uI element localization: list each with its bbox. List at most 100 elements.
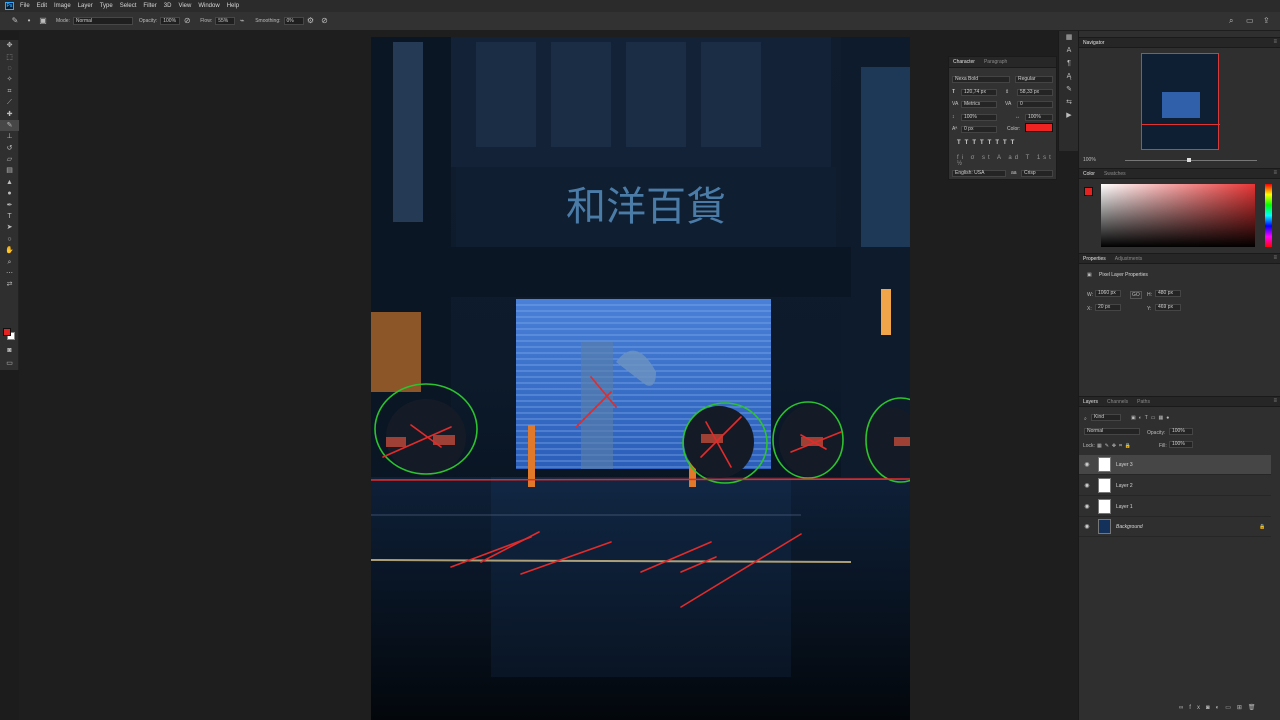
tracking-field[interactable]: 0	[1017, 101, 1053, 108]
visibility-eye-icon[interactable]: ◉	[1079, 461, 1095, 468]
zoom-slider-handle[interactable]	[1187, 158, 1191, 162]
visibility-eye-icon[interactable]: ◉	[1079, 523, 1095, 530]
layer-row-layer-1[interactable]: ◉ Layer 1	[1079, 497, 1271, 517]
healing-tool-icon[interactable]: ✚	[0, 108, 19, 119]
document-canvas[interactable]: 和洋百貨	[371, 37, 910, 720]
layer-row-layer-2[interactable]: ◉ Layer 2	[1079, 476, 1271, 496]
anti-alias-select[interactable]: Crisp	[1021, 170, 1053, 177]
layer-filter-icons[interactable]: ▣◐T▭▦●	[1131, 415, 1172, 421]
menu-filter[interactable]: Filter	[143, 3, 156, 9]
search-icon[interactable]: ⌕	[1229, 16, 1233, 26]
panel-menu-icon[interactable]: ≡	[1273, 255, 1277, 261]
y-field[interactable]: 469 px	[1155, 304, 1181, 311]
font-family-select[interactable]: Nexa Bold	[952, 76, 1010, 83]
dodge-tool-icon[interactable]: ●	[0, 188, 19, 199]
blur-tool-icon[interactable]: ▲	[0, 177, 19, 188]
actions-icon[interactable]: ▶	[1059, 109, 1079, 122]
path-select-icon[interactable]: ➤	[0, 222, 19, 233]
color-field[interactable]	[1101, 184, 1255, 247]
history-brush-icon[interactable]: ↺	[0, 143, 19, 154]
menu-layer[interactable]: Layer	[78, 3, 93, 9]
hue-slider[interactable]	[1265, 184, 1272, 247]
quick-mask-icon[interactable]: ◙	[0, 345, 19, 356]
menu-file[interactable]: File	[20, 3, 30, 9]
lasso-tool-icon[interactable]: ◌	[0, 63, 19, 74]
zoom-tool-icon[interactable]: ⌕	[0, 256, 19, 267]
flow-field[interactable]: 55%	[215, 17, 236, 25]
menu-view[interactable]: View	[178, 3, 191, 9]
horizontal-scale-field[interactable]: 100%	[1025, 114, 1053, 121]
leading-field[interactable]: 58,33 px	[1017, 89, 1053, 96]
layer-name[interactable]: Layer 3	[1116, 462, 1133, 468]
quick-select-tool-icon[interactable]: ✧	[0, 74, 19, 85]
airbrush-icon[interactable]: ⌁	[237, 16, 247, 26]
text-color-swatch[interactable]	[1025, 123, 1053, 132]
screen-mode-icon[interactable]: ▭	[0, 358, 19, 369]
opentype-buttons[interactable]: fi σ st A ad T 1st ½	[957, 155, 1056, 167]
font-style-select[interactable]: Regular	[1015, 76, 1053, 83]
layer-action-buttons[interactable]: ∞fx◙◐▭⊞🗑	[1179, 704, 1262, 711]
eraser-tool-icon[interactable]: ▱	[0, 154, 19, 165]
marquee-tool-icon[interactable]: ⬚	[0, 51, 19, 62]
brush-settings-icon[interactable]: ▣	[38, 16, 48, 26]
vertical-scale-field[interactable]: 100%	[961, 114, 997, 121]
tab-paths[interactable]: Paths	[1137, 399, 1150, 405]
brush-preset-icon[interactable]: •	[24, 16, 34, 26]
layer-row-background[interactable]: ◉ Background 🔒	[1079, 517, 1271, 537]
mode-select[interactable]: Normal	[72, 17, 133, 25]
layer-filter-select[interactable]: Kind	[1091, 414, 1121, 421]
layer-name[interactable]: Background	[1116, 524, 1143, 530]
more-tools-icon[interactable]: ⋯	[0, 268, 19, 279]
eyedropper-tool-icon[interactable]: ⟋	[0, 97, 19, 108]
visibility-eye-icon[interactable]: ◉	[1079, 503, 1095, 510]
lock-buttons[interactable]: ▦✎✥⌗🔒	[1097, 443, 1134, 449]
menu-help[interactable]: Help	[227, 3, 239, 9]
brush-tool-icon[interactable]: ✎	[10, 16, 20, 26]
language-select[interactable]: English: USA	[952, 170, 1006, 177]
shape-tool-icon[interactable]: ○	[0, 234, 19, 245]
pen-tool-icon[interactable]: ✒	[0, 199, 19, 210]
font-size-field[interactable]: 120,74 px	[961, 89, 997, 96]
smoothing-field[interactable]: 0%	[283, 17, 304, 25]
menu-window[interactable]: Window	[198, 3, 219, 9]
menu-image[interactable]: Image	[54, 3, 71, 9]
tab-adjustments[interactable]: Adjustments	[1115, 256, 1143, 262]
fill-field[interactable]: 100%	[1169, 441, 1193, 448]
character-panel-icon[interactable]: A	[1059, 44, 1079, 57]
foreground-color-swatch[interactable]	[3, 328, 11, 336]
libraries-icon[interactable]: ▦	[1059, 31, 1079, 44]
menu-select[interactable]: Select	[120, 3, 137, 9]
kerning-field[interactable]: Metrics	[961, 101, 997, 108]
blend-mode-select[interactable]: Normal	[1084, 428, 1140, 435]
clone-source-icon[interactable]: ⇆	[1059, 96, 1079, 109]
visibility-eye-icon[interactable]: ◉	[1079, 482, 1095, 489]
stamp-tool-icon[interactable]: ⊥	[0, 131, 19, 142]
menu-type[interactable]: Type	[100, 3, 113, 9]
tab-properties[interactable]: Properties	[1083, 256, 1106, 262]
text-style-buttons[interactable]: TTTTTTTT	[957, 140, 1018, 146]
brush-tool-icon[interactable]: ✎	[0, 119, 19, 132]
baseline-shift-field[interactable]: 0 px	[961, 126, 997, 133]
workspace-icon[interactable]: ▭	[1246, 16, 1254, 25]
gear-icon[interactable]: ⚙	[306, 16, 316, 26]
navigator-zoom-slider[interactable]	[1125, 160, 1257, 161]
panel-menu-icon[interactable]: ≡	[1273, 170, 1277, 176]
tab-character[interactable]: Character	[953, 59, 975, 65]
width-field[interactable]: 1060 px	[1095, 290, 1121, 297]
photoshop-logo-icon[interactable]: Ps	[5, 2, 14, 10]
navigator-preview[interactable]	[1141, 53, 1220, 150]
panel-menu-icon[interactable]: ≡	[1273, 39, 1277, 45]
glyphs-icon[interactable]: Ą	[1059, 70, 1079, 83]
paragraph-panel-icon[interactable]: ¶	[1059, 57, 1079, 70]
tab-color[interactable]: Color	[1083, 171, 1095, 177]
tab-layers[interactable]: Layers	[1083, 399, 1098, 405]
tab-navigator[interactable]: Navigator	[1083, 40, 1104, 46]
panel-menu-icon[interactable]: ≡	[1273, 398, 1277, 404]
opacity-field[interactable]: 100%	[160, 17, 181, 25]
layer-opacity-field[interactable]: 100%	[1169, 428, 1193, 435]
move-tool-icon[interactable]: ✥	[0, 40, 19, 51]
share-icon[interactable]: ⇪	[1263, 16, 1270, 25]
gradient-tool-icon[interactable]: ▤	[0, 165, 19, 176]
type-tool-icon[interactable]: T	[0, 211, 19, 222]
x-field[interactable]: 20 px	[1095, 304, 1121, 311]
